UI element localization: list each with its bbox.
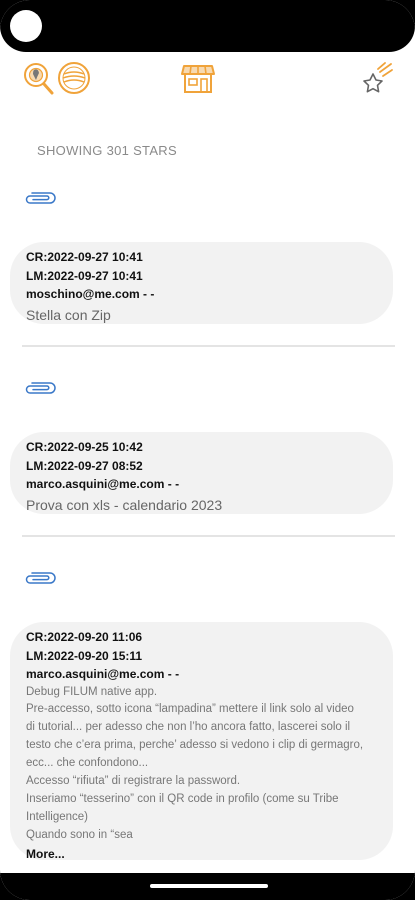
stars-count-label: SHOWING 301 STARS xyxy=(37,143,177,158)
star-body-line: ecc... che confondono... xyxy=(26,757,149,770)
star-body-line: Debug FILUM native app. xyxy=(26,685,158,698)
status-bar xyxy=(0,0,415,52)
camera-cutout xyxy=(10,10,42,42)
more-link[interactable]: More... xyxy=(26,845,377,863)
modified-date: LM:2022-09-27 10:41 xyxy=(26,268,143,283)
created-date: CR:2022-09-25 10:42 xyxy=(26,440,143,454)
screen: SHOWING 301 STARS CR:2022-09-27 10:41 LM… xyxy=(0,0,415,900)
star-body-line: Intelligence) xyxy=(26,810,89,823)
star-body-line: di tutorial... per adesso che non l’ho a… xyxy=(26,721,351,734)
paperclip-icon[interactable] xyxy=(22,190,58,211)
created-date: CR:2022-09-20 11:06 xyxy=(26,630,143,644)
author-email: moschino@me.com - - xyxy=(26,287,155,301)
star-body-line: Pre-accesso, sotto icona “lampadina” met… xyxy=(26,703,354,716)
star-card[interactable]: CR:2022-09-25 10:42 LM:2022-09-27 08:52 … xyxy=(10,432,393,514)
star-body-line: Accesso “rifiuta” di registrare la passw… xyxy=(26,775,241,788)
modified-date: LM:2022-09-20 15:11 xyxy=(26,648,143,663)
star-title: Prova con xls - calendario 2023 xyxy=(26,496,223,513)
star-body-line: testo che c’era prima, perche’ adesso si… xyxy=(26,739,364,752)
star-title: Stella con Zip xyxy=(26,306,111,323)
divider xyxy=(22,535,395,537)
star-card[interactable]: CR:2022-09-20 11:06 LM:2022-09-20 15:11 … xyxy=(10,622,393,863)
paperclip-icon[interactable] xyxy=(22,570,58,591)
author-email: marco.asquini@me.com - - xyxy=(26,667,180,681)
divider xyxy=(22,345,395,347)
shooting-star-icon[interactable] xyxy=(360,60,396,101)
paperclip-icon[interactable] xyxy=(22,380,58,401)
search-location-icon[interactable] xyxy=(20,60,56,101)
star-body-line: Quando sono in “sea xyxy=(26,828,133,841)
star-card[interactable]: CR:2022-09-27 10:41 LM:2022-09-27 10:41 … xyxy=(10,242,393,324)
modified-date: LM:2022-09-27 08:52 xyxy=(26,458,143,473)
top-toolbar xyxy=(0,60,415,102)
stamp-icon[interactable] xyxy=(56,60,92,101)
store-icon[interactable] xyxy=(180,60,216,101)
created-date: CR:2022-09-27 10:41 xyxy=(26,250,143,264)
author-email: marco.asquini@me.com - - xyxy=(26,477,180,491)
home-indicator[interactable] xyxy=(150,884,268,888)
star-body-line: Inseriamo “tesserino” con il QR code in … xyxy=(26,792,339,805)
